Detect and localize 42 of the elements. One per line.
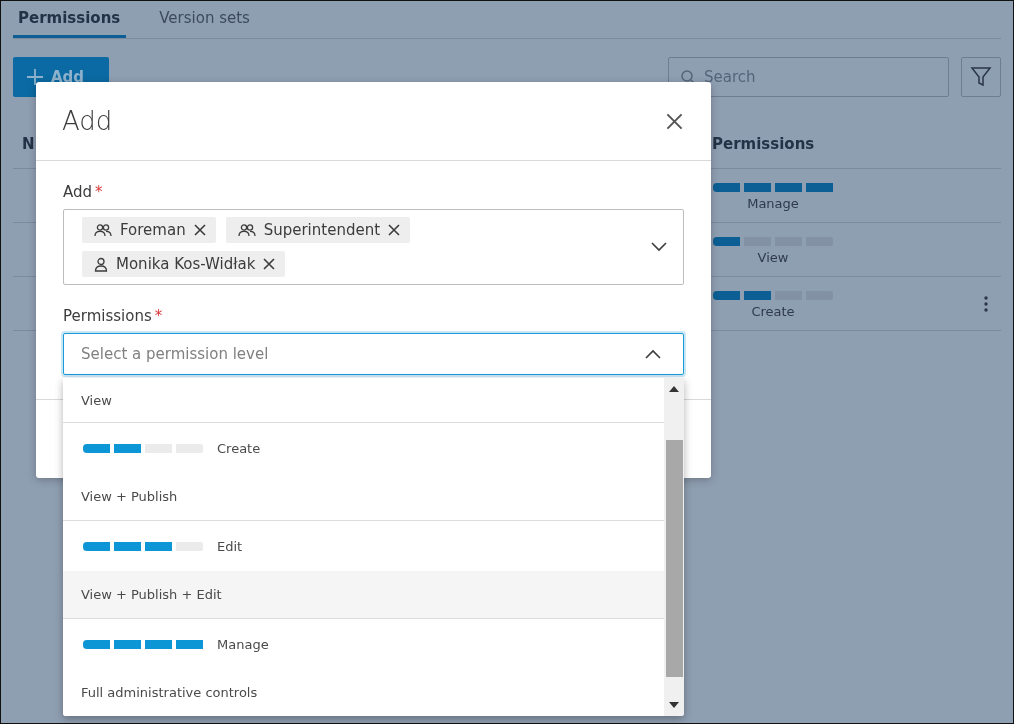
option-name: Manage [217, 636, 269, 652]
scrollbar-thumb[interactable] [665, 440, 683, 677]
scrollbar[interactable] [664, 378, 684, 716]
option-description: Full administrative controls [81, 685, 258, 700]
column-header: Permissions [712, 134, 816, 153]
permission-option[interactable]: Edit View + Publish + Edit [63, 520, 664, 618]
chevron-up-icon [645, 349, 661, 359]
permission-option[interactable]: View [63, 378, 664, 423]
remove-icon[interactable] [193, 224, 206, 236]
more-icon[interactable] [984, 295, 988, 312]
filter-button[interactable] [961, 57, 1001, 97]
option-description: View + Publish + Edit [81, 587, 222, 603]
tab[interactable]: Permissions [13, 1, 127, 38]
option-name: Edit [217, 538, 243, 554]
dialog-title: Add [62, 106, 113, 136]
option-name: Create [217, 440, 261, 456]
chip-label: Monika Kos-Widłak [116, 255, 256, 273]
scroll-up-icon[interactable] [669, 386, 679, 392]
filter-icon [970, 66, 992, 88]
permission-option[interactable]: Manage Full administrative controls [63, 618, 664, 716]
chevron-down-icon[interactable] [651, 242, 667, 252]
person-icon [94, 256, 108, 272]
scroll-down-icon[interactable] [669, 702, 679, 708]
column-header: N [21, 134, 36, 153]
field-label: Add * [63, 183, 104, 201]
permission-option[interactable]: Create View + Publish [63, 422, 664, 521]
option-description: View + Publish [81, 489, 178, 505]
permission-label: Manage [747, 195, 799, 211]
plus-icon [27, 69, 43, 85]
option-description: View [81, 392, 112, 408]
permission-select[interactable]: Select a permission level [63, 333, 684, 375]
permission-label: View [757, 249, 789, 265]
chip-label: Foreman [120, 221, 186, 239]
group-icon [237, 223, 256, 237]
people-select-field[interactable]: Foreman Superintendent Monika Kos-Widłak [63, 209, 684, 285]
group-icon [94, 223, 112, 237]
chip-label: Superintendent [263, 221, 381, 239]
field-label: Permissions * [63, 307, 164, 325]
permission-label: Create [751, 303, 795, 319]
remove-icon[interactable] [263, 258, 276, 270]
remove-icon[interactable] [388, 224, 401, 236]
search-icon [681, 69, 696, 85]
